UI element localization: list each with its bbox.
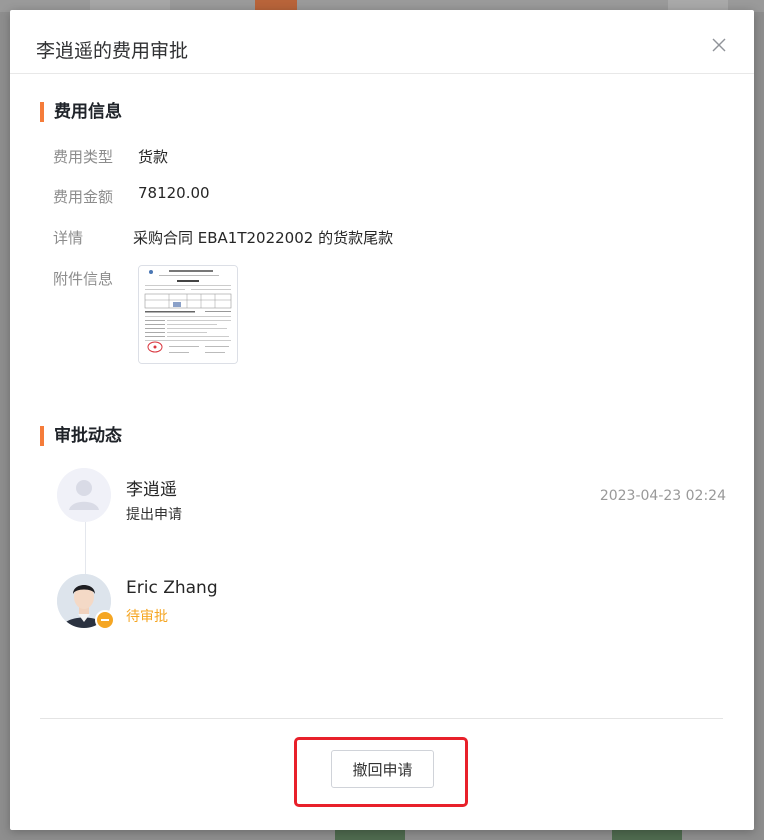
dialog-title: 李逍遥的费用审批 <box>36 40 189 62</box>
approver-name: Eric Zhang <box>126 578 218 598</box>
attachment-thumbnail[interactable] <box>138 265 238 364</box>
field-value-type: 货款 <box>138 148 169 166</box>
footer-divider <box>40 718 723 719</box>
field-label-detail: 详情 <box>53 229 84 247</box>
close-button[interactable] <box>710 36 728 54</box>
section-title-text: 审批动态 <box>54 426 122 446</box>
document-preview-image <box>139 266 237 363</box>
approval-status: 待审批 <box>126 609 168 625</box>
section-title-approval-timeline: 审批动态 <box>40 425 122 447</box>
field-value-detail: 采购合同 EBA1T2022002 的货款尾款 <box>133 229 394 247</box>
section-title-text: 费用信息 <box>54 102 122 122</box>
pending-minus-icon <box>101 619 109 621</box>
default-user-icon <box>57 468 111 522</box>
close-icon <box>712 38 726 52</box>
timestamp: 2023-04-23 02:24 <box>599 488 726 504</box>
approver-name: 李逍遥 <box>126 480 177 500</box>
revoke-request-button[interactable]: 撤回申请 <box>331 750 434 788</box>
section-accent-bar <box>40 426 44 446</box>
status-badge <box>95 610 115 630</box>
background-element <box>335 830 405 840</box>
field-value-amount: 78120.00 <box>138 184 210 202</box>
avatar <box>57 468 111 522</box>
section-title-expense-info: 费用信息 <box>40 101 122 123</box>
dialog-header: 李逍遥的费用审批 <box>10 10 754 74</box>
approval-dialog: 李逍遥的费用审批 费用信息 费用类型 货款 费用金额 78120.00 详情 采… <box>10 10 754 830</box>
section-accent-bar <box>40 102 44 122</box>
approval-action: 提出申请 <box>126 507 182 523</box>
field-label-type: 费用类型 <box>53 148 114 166</box>
background-element <box>612 830 682 840</box>
field-label-attachment: 附件信息 <box>53 270 114 288</box>
field-label-amount: 费用金额 <box>53 188 114 206</box>
